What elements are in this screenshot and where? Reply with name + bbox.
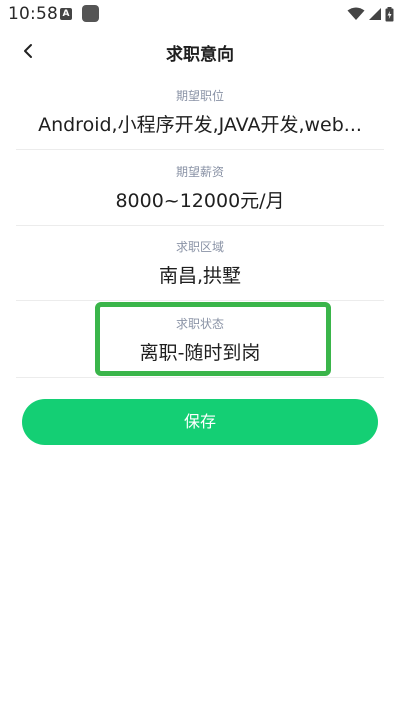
expected-salary-value: 8000~12000元/月: [115, 190, 285, 212]
expected-position-label: 期望职位: [175, 89, 224, 103]
status-bar: 10:58 A: [0, 0, 400, 28]
divider: [16, 149, 384, 150]
square-app-icon: [82, 5, 99, 22]
job-region-label: 求职区域: [175, 240, 224, 254]
divider: [16, 377, 384, 378]
expected-salary-field[interactable]: 期望薪资 8000~12000元/月: [16, 164, 384, 214]
page-title: 求职意向: [166, 45, 234, 65]
job-status-field[interactable]: 求职状态 离职-随时到岗: [16, 316, 384, 366]
status-time: 10:58: [8, 4, 58, 24]
battery-charging-icon: [385, 6, 394, 21]
signal-icon: [369, 8, 381, 20]
expected-position-field[interactable]: 期望职位 Android,小程序开发,JAVA开发,web...: [16, 88, 384, 138]
divider: [16, 300, 384, 301]
job-status-label: 求职状态: [175, 317, 224, 331]
status-indicators: [347, 4, 394, 24]
wifi-icon: [347, 7, 365, 20]
app-header: 求职意向: [0, 28, 400, 74]
job-status-value: 离职-随时到岗: [139, 342, 261, 364]
divider: [16, 225, 384, 226]
job-region-field[interactable]: 求职区域 南昌,拱墅: [16, 239, 384, 289]
expected-salary-label: 期望薪资: [175, 165, 224, 179]
job-region-value: 南昌,拱墅: [158, 265, 242, 287]
save-button[interactable]: 保存: [22, 399, 378, 445]
expected-position-value: Android,小程序开发,JAVA开发,web...: [38, 114, 362, 136]
a-letter-icon: A: [60, 8, 72, 20]
